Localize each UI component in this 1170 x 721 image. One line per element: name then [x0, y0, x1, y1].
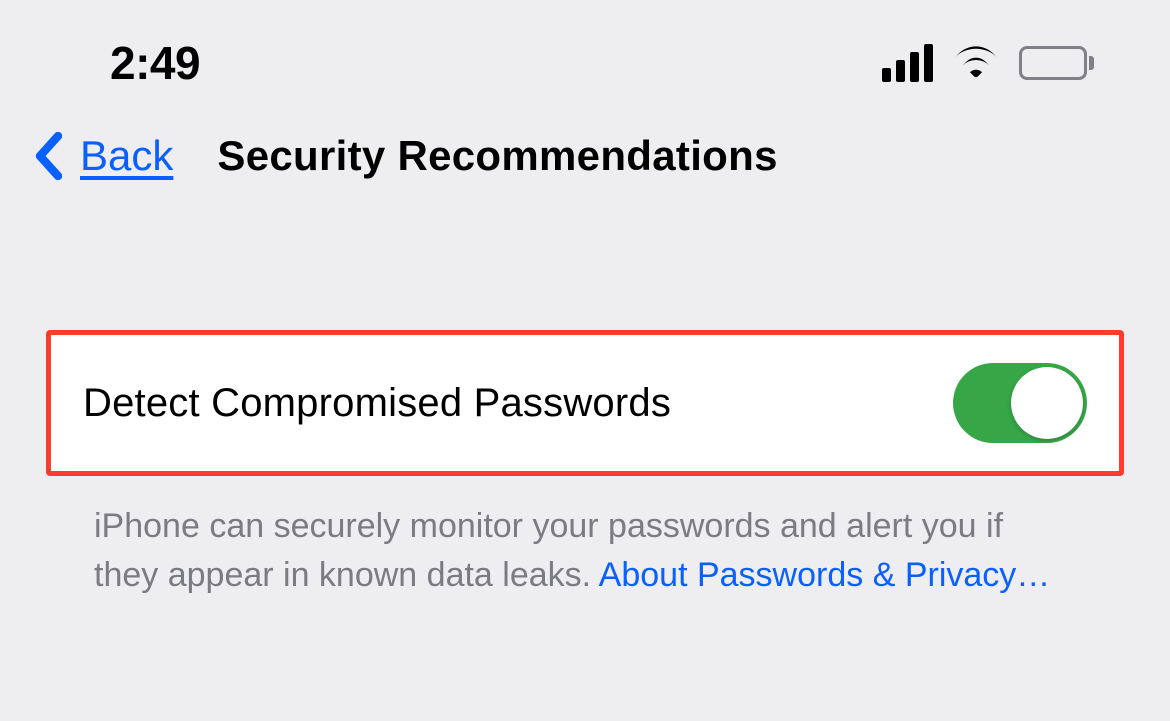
footer-text: iPhone can securely monitor your passwor…	[46, 476, 1124, 601]
cellular-signal-icon	[882, 44, 933, 82]
chevron-left-icon[interactable]	[34, 132, 62, 180]
content: Detect Compromised Passwords iPhone can …	[0, 200, 1170, 601]
page-title: Security Recommendations	[217, 132, 777, 180]
status-time: 2:49	[110, 36, 200, 90]
battery-icon	[1019, 46, 1094, 80]
wifi-icon	[953, 44, 999, 83]
about-passwords-privacy-link[interactable]: About Passwords & Privacy…	[599, 556, 1051, 594]
back-button[interactable]: Back	[80, 132, 173, 180]
status-bar: 2:49	[0, 0, 1170, 110]
status-right	[882, 44, 1094, 83]
detect-compromised-toggle[interactable]	[953, 363, 1087, 443]
detect-compromised-label: Detect Compromised Passwords	[83, 381, 671, 426]
navigation-bar: Back Security Recommendations	[0, 110, 1170, 200]
detect-compromised-passwords-row: Detect Compromised Passwords	[46, 330, 1124, 476]
